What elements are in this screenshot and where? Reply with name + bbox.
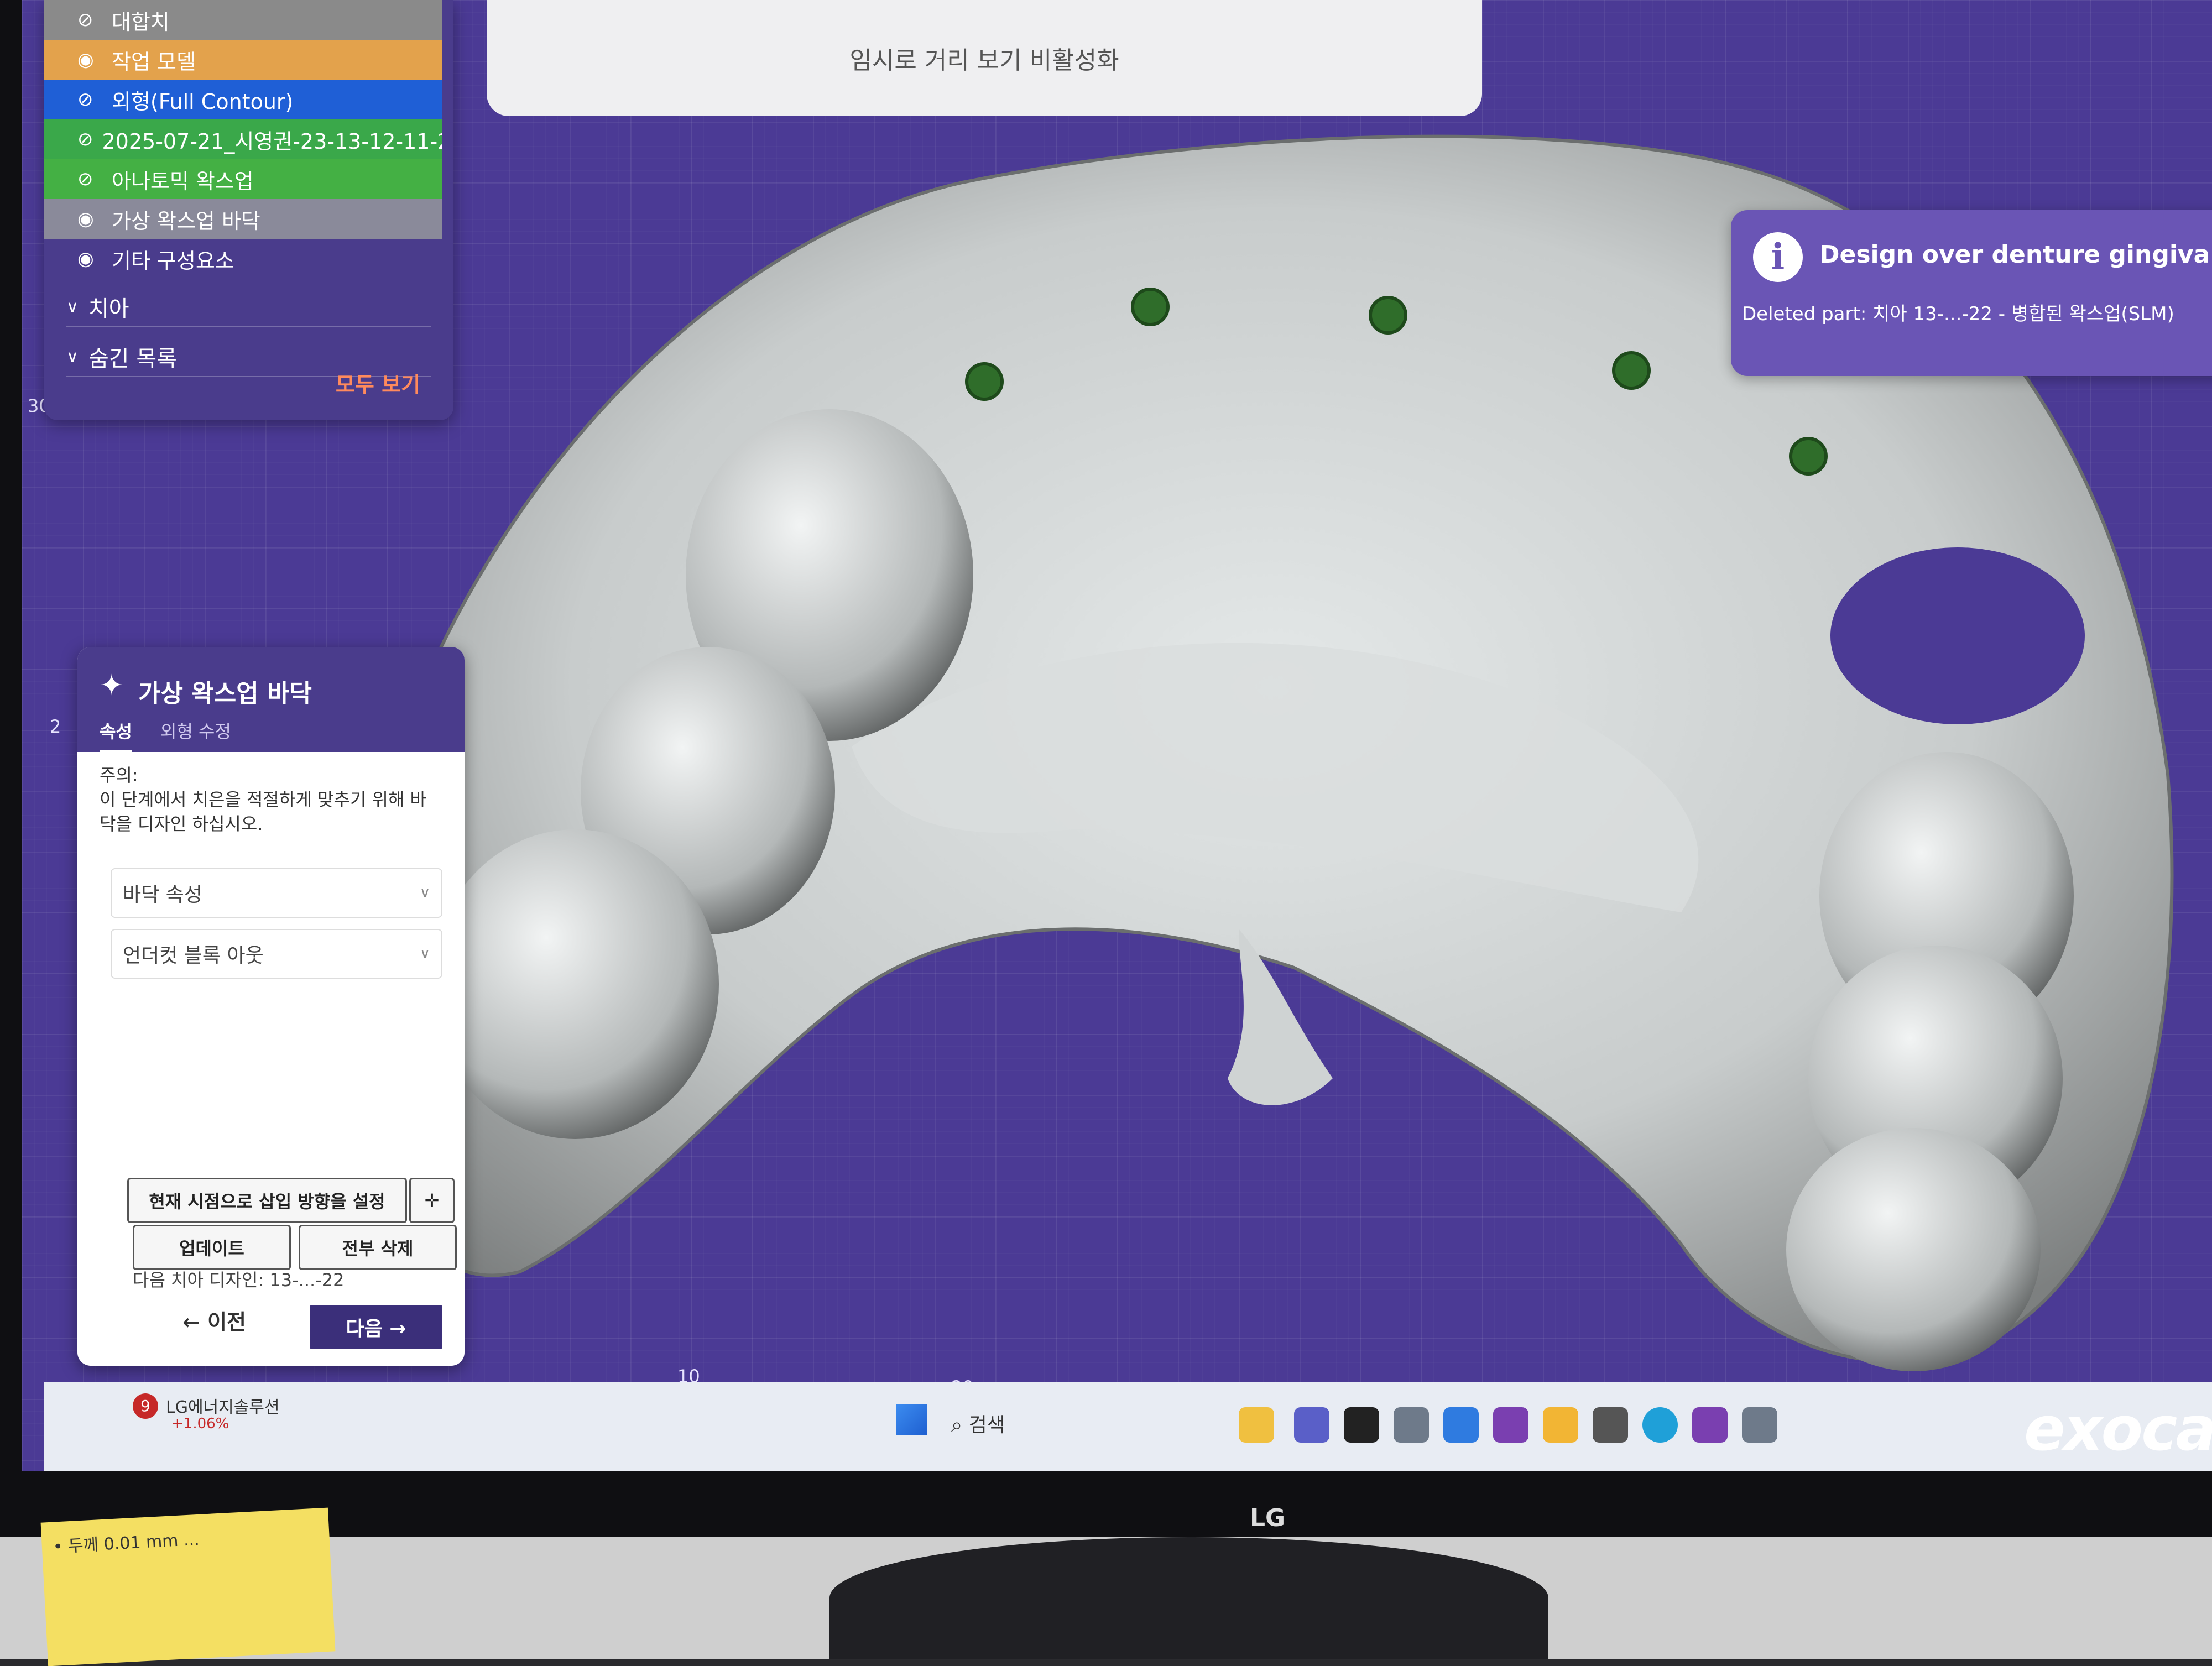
eye-icon[interactable]: ◉ [77, 208, 103, 230]
tree-item-antagonist[interactable]: ⊘ 대합치 [44, 0, 442, 40]
notification-toast[interactable]: i Design over denture gingiva deleted a … [1731, 210, 2212, 376]
app-icon[interactable] [1344, 1407, 1379, 1443]
file-explorer-icon[interactable] [1543, 1407, 1578, 1443]
exocad-icon[interactable] [1394, 1407, 1429, 1443]
stock-widget-change: +1.06% [171, 1416, 229, 1432]
app-icon[interactable] [1493, 1407, 1528, 1443]
teams-icon[interactable] [1294, 1407, 1329, 1443]
tree-item-work-model[interactable]: ◉ 작업 모델 [44, 40, 442, 80]
notification-title: Design over denture gingiva deleted a me… [1819, 241, 2212, 269]
dropdown-label: 바닥 속성 [123, 884, 202, 906]
set-insertion-direction-button[interactable]: 현재 시점으로 삽입 방향을 설정 [127, 1178, 407, 1223]
eye-hidden-icon[interactable]: ⊘ [77, 88, 103, 111]
implant-marker [1131, 288, 1170, 326]
exocad-icon[interactable] [1742, 1407, 1777, 1443]
implant-marker [1612, 351, 1651, 390]
stock-widget-name[interactable]: LG에너지솔루션 [166, 1393, 280, 1418]
note-label: 주의: [100, 765, 138, 786]
wizard-note: 주의: 이 단계에서 치은을 적절하게 맞추기 위해 바닥을 디자인 하십시오. [100, 763, 442, 836]
search-icon: ⌕ [951, 1414, 969, 1437]
tree-item-other-components[interactable]: ◉ 기타 구성요소 [44, 239, 442, 279]
wizard-title: 가상 왁스업 바닥 [138, 680, 312, 708]
tree-item-label: 가상 왁스업 바닥 [112, 208, 260, 233]
tree-item-label: 아나토믹 왁스업 [112, 169, 254, 194]
scene-tree-panel: ? ⊘대합치 ◉작업 모델 ⊘외형(Full Contour) ⊘2025-07… [44, 0, 453, 420]
show-all-link[interactable]: 모두 보기 [336, 368, 420, 398]
app-viewport[interactable]: 임시로 거리 보기 비활성화 mm 10 20 30 40 50 60 30 2… [22, 0, 2212, 1471]
weather-icon[interactable] [1239, 1407, 1274, 1443]
tree-item-label: 기타 구성요소 [112, 248, 234, 273]
implant-marker [1369, 296, 1407, 335]
edge-browser-icon[interactable] [1642, 1407, 1678, 1443]
wizard-header: ✦ 가상 왁스업 바닥 속성 외형 수정 [77, 647, 465, 753]
monitor-stand [830, 1537, 1548, 1659]
implant-marker [1789, 437, 1828, 476]
taskbar-search[interactable]: ⌕ 검색 [951, 1409, 1005, 1438]
section-label: 치아 [88, 296, 129, 322]
windows-start-icon[interactable] [896, 1404, 927, 1435]
tree-item-scan[interactable]: ⊘ 2025-07-21_시영권-23-13-12-11-21-2... [44, 119, 442, 159]
wizard-panel: ✦ 가상 왁스업 바닥 속성 외형 수정 주의: 이 단계에서 치은을 적절하게… [77, 647, 465, 1366]
search-label: 검색 [968, 1414, 1005, 1437]
undercut-blockout-dropdown[interactable]: 언더컷 블록 아웃 ∨ [111, 929, 442, 979]
palatal-opening [1830, 547, 2085, 724]
chevron-down-icon: ∨ [419, 885, 430, 901]
chevron-down-icon: ∨ [66, 347, 79, 367]
eye-icon[interactable]: ◉ [77, 248, 103, 270]
eye-icon[interactable]: ◉ [77, 49, 103, 71]
tree-item-anatomic-waxup[interactable]: ⊘ 아나토믹 왁스업 [44, 159, 442, 199]
app-icon[interactable] [1443, 1407, 1479, 1443]
app-icon[interactable] [1692, 1407, 1728, 1443]
update-button[interactable]: 업데이트 [133, 1225, 291, 1270]
tree-item-label: 대합치 [112, 9, 170, 34]
tree-item-label: 작업 모델 [112, 49, 196, 74]
monitor: 임시로 거리 보기 비활성화 mm 10 20 30 40 50 60 30 2… [0, 0, 2212, 1537]
magic-wand-icon: ✦ [100, 669, 124, 702]
section-teeth[interactable]: ∨ 치아 [66, 288, 431, 327]
eye-hidden-icon[interactable]: ⊘ [77, 128, 93, 150]
tree-item-label: 2025-07-21_시영권-23-13-12-11-21-2... [102, 129, 443, 154]
section-label: 숨긴 목록 [88, 346, 177, 372]
eye-hidden-icon[interactable]: ⊘ [77, 9, 103, 31]
tree-item-label: 외형(Full Contour) [112, 89, 294, 114]
next-tooth-design-label: 다음 치아 디자인: 13-...-22 [133, 1270, 345, 1291]
y-tick: 2 [50, 716, 61, 737]
chevron-down-icon: ∨ [66, 297, 79, 317]
tree-item-virtual-waxup-base[interactable]: ◉ 가상 왁스업 바닥 [44, 199, 442, 239]
tooth-crown [431, 829, 719, 1139]
distance-view-hint[interactable]: 임시로 거리 보기 비활성화 [487, 0, 1482, 116]
implant-marker [965, 362, 1004, 401]
calculator-icon[interactable] [1593, 1407, 1628, 1443]
exocad-logo: exocad [2024, 1393, 2212, 1464]
base-properties-dropdown[interactable]: 바닥 속성 ∨ [111, 868, 442, 918]
note-text: 이 단계에서 치은을 적절하게 맞추기 위해 바닥을 디자인 하십시오. [100, 789, 426, 834]
tooth-crown [1786, 1128, 2041, 1371]
next-button[interactable]: 다음 → [310, 1305, 442, 1349]
previous-button[interactable]: ← 이전 [182, 1305, 246, 1335]
monitor-logo: LG [1250, 1504, 1286, 1532]
notification-detail: Deleted part: 치아 13-...-22 - 병합된 왁스업(SLM… [1742, 303, 2174, 325]
crosshair-icon[interactable]: ✛ [409, 1178, 455, 1223]
notification-badge: 9 [133, 1393, 158, 1419]
windows-taskbar: 9 LG에너지솔루션 +1.06% ⌕ 검색 [44, 1382, 2212, 1471]
delete-all-button[interactable]: 전부 삭제 [299, 1225, 457, 1270]
tree-item-full-contour[interactable]: ⊘ 외형(Full Contour) [44, 80, 442, 119]
dropdown-label: 언더컷 블록 아웃 [123, 944, 264, 967]
info-icon: i [1753, 232, 1803, 282]
chevron-down-icon: ∨ [419, 946, 430, 962]
eye-hidden-icon[interactable]: ⊘ [77, 168, 103, 190]
sticky-note: • 두께 0.01 mm ... [40, 1507, 336, 1666]
tab-properties[interactable]: 속성 [100, 718, 132, 753]
tab-shape-edit[interactable]: 외형 수정 [160, 718, 231, 750]
